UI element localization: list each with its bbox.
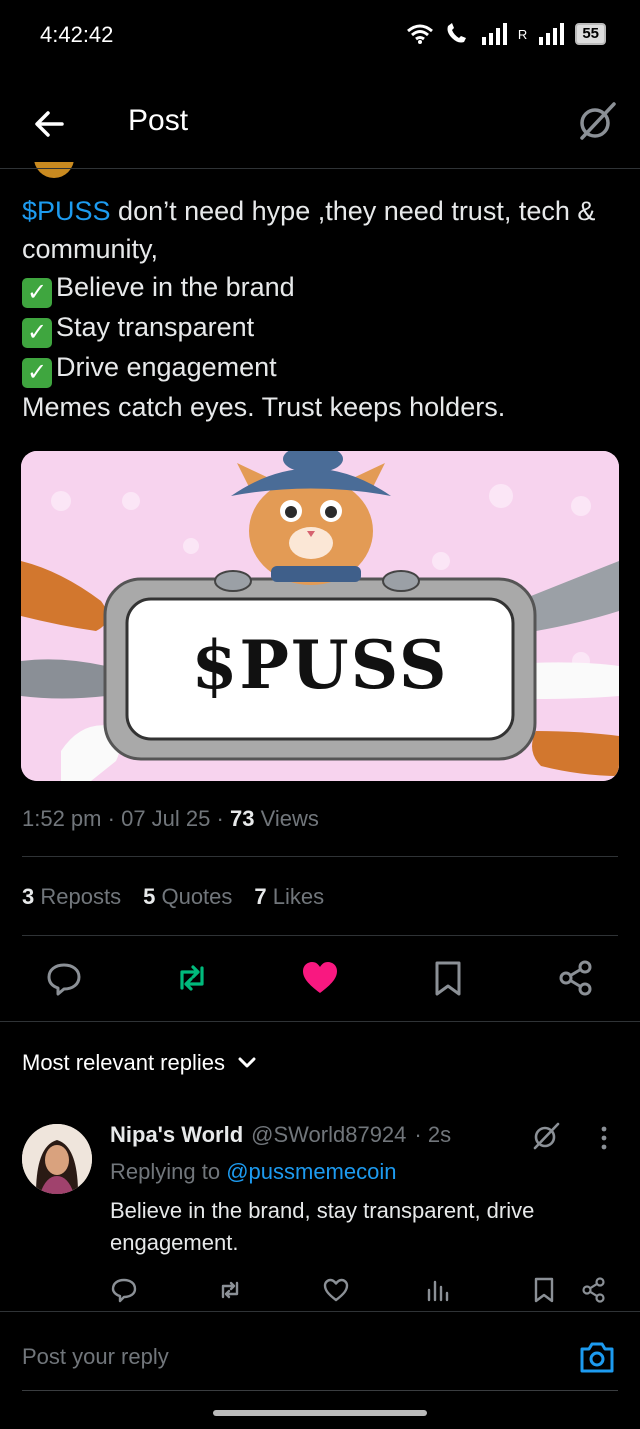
quotes-stat[interactable]: 5 Quotes bbox=[143, 884, 232, 910]
reposts-label: Reposts bbox=[40, 884, 122, 909]
divider bbox=[22, 856, 618, 857]
reply-reply-button[interactable] bbox=[110, 1276, 138, 1304]
replies-sort-dropdown[interactable]: Most relevant replies bbox=[22, 1050, 257, 1076]
reposts-count: 3 bbox=[22, 884, 35, 909]
post-time: 1:52 pm bbox=[22, 806, 102, 831]
reply-text: Believe in the brand, stay transparent, … bbox=[110, 1198, 535, 1255]
battery-indicator: 55 bbox=[575, 23, 606, 45]
replying-to-prefix: Replying to bbox=[110, 1159, 227, 1184]
camera-icon bbox=[580, 1342, 614, 1373]
check-mark-icon: ✓ bbox=[22, 278, 52, 308]
post-bullet: Believe in the brand bbox=[56, 272, 295, 302]
bookmark-button[interactable] bbox=[428, 958, 468, 998]
views-label: Views bbox=[260, 806, 319, 831]
back-button[interactable] bbox=[28, 102, 72, 146]
check-mark-icon: ✓ bbox=[22, 318, 52, 348]
reply-age: · 2s bbox=[414, 1122, 452, 1147]
reply-bookmark-button[interactable] bbox=[530, 1276, 558, 1304]
post-bullet: Stay transparent bbox=[56, 312, 255, 342]
page-title: Post bbox=[128, 104, 189, 137]
avatar-image bbox=[22, 1124, 92, 1194]
reply-more-button[interactable] bbox=[596, 1124, 612, 1152]
reply-author-handle[interactable]: @SWorld87924 bbox=[251, 1122, 406, 1148]
share-icon bbox=[582, 1277, 605, 1303]
header-divider bbox=[0, 168, 640, 169]
quotes-count: 5 bbox=[143, 884, 156, 909]
quotes-label: Quotes bbox=[161, 884, 233, 909]
status-time: 4:42:42 bbox=[40, 22, 114, 47]
arrow-left-icon bbox=[35, 111, 64, 137]
volte-call-icon bbox=[447, 23, 466, 43]
heart-icon bbox=[323, 1278, 349, 1302]
reply-views-button[interactable] bbox=[424, 1276, 452, 1304]
meta-separator: · bbox=[216, 806, 224, 831]
views-count: 73 bbox=[229, 806, 255, 831]
signal-icon-sim2 bbox=[539, 23, 565, 45]
meta-separator: · bbox=[107, 806, 115, 831]
reply-icon bbox=[111, 1278, 137, 1303]
divider bbox=[0, 1021, 640, 1022]
divider bbox=[0, 1311, 640, 1312]
repost-button[interactable] bbox=[172, 958, 212, 998]
post-image[interactable]: $PUSS bbox=[21, 451, 619, 781]
heart-filled-icon bbox=[303, 962, 337, 993]
reply-button[interactable] bbox=[44, 958, 84, 998]
post-text: $PUSS don’t need hype ,they need trust, … bbox=[22, 192, 622, 426]
likes-count: 7 bbox=[254, 884, 267, 909]
replying-to-handle[interactable]: @pussmemecoin bbox=[226, 1159, 396, 1184]
reply-share-button[interactable] bbox=[580, 1276, 608, 1304]
reply-author-name[interactable]: Nipa's World bbox=[110, 1122, 243, 1148]
reply-avatar[interactable] bbox=[22, 1124, 92, 1194]
likes-stat[interactable]: 7 Likes bbox=[254, 884, 324, 910]
cashtag-link[interactable]: $PUSS bbox=[22, 196, 111, 226]
post-closing-line: Memes catch eyes. Trust keeps holders. bbox=[22, 392, 506, 422]
reply-icon bbox=[47, 963, 81, 996]
wifi-icon bbox=[406, 24, 433, 44]
post-bullet: Drive engagement bbox=[56, 352, 277, 382]
analytics-icon bbox=[427, 1280, 449, 1302]
repost-icon bbox=[221, 1281, 239, 1299]
divider bbox=[22, 935, 618, 936]
replying-to: Replying to @pussmemecoin bbox=[110, 1159, 396, 1185]
replies-sort-label: Most relevant replies bbox=[22, 1050, 225, 1075]
likes-label: Likes bbox=[272, 884, 325, 909]
check-mark-icon: ✓ bbox=[22, 358, 52, 388]
share-button[interactable] bbox=[556, 958, 596, 998]
post-stats: 3 Reposts 5 Quotes 7 Likes bbox=[22, 884, 324, 910]
reply-grok-button[interactable] bbox=[530, 1120, 562, 1152]
reply-input[interactable]: Post your reply bbox=[22, 1344, 169, 1370]
reply-header: Nipa's World @SWorld87924 · 2s bbox=[110, 1122, 451, 1148]
chevron-down-icon bbox=[238, 1057, 256, 1068]
like-button[interactable] bbox=[300, 958, 340, 998]
post-meta: 1:52 pm · 07 Jul 25 · 73 Views bbox=[22, 806, 319, 832]
puss-cat-illustration bbox=[21, 451, 619, 781]
grok-icon bbox=[533, 1122, 560, 1150]
image-sign-text: $PUSS bbox=[191, 626, 449, 704]
status-icons: R 55 bbox=[406, 22, 606, 46]
more-vertical-icon bbox=[601, 1126, 607, 1150]
reply-repost-button[interactable] bbox=[216, 1276, 244, 1304]
bookmark-icon bbox=[534, 1277, 554, 1303]
signal-icon-sim1 bbox=[481, 23, 507, 45]
repost-icon bbox=[180, 965, 204, 991]
roaming-indicator: R bbox=[517, 26, 528, 42]
reply-like-button[interactable] bbox=[322, 1276, 350, 1304]
home-indicator[interactable] bbox=[213, 1410, 427, 1416]
reposts-stat[interactable]: 3 Reposts bbox=[22, 884, 121, 910]
camera-button[interactable] bbox=[578, 1338, 616, 1376]
post-date: 07 Jul 25 bbox=[121, 806, 211, 831]
input-underline bbox=[22, 1390, 618, 1391]
bookmark-icon bbox=[435, 961, 461, 996]
share-icon bbox=[559, 960, 592, 996]
grok-icon bbox=[580, 102, 616, 140]
grok-button[interactable] bbox=[574, 98, 620, 144]
